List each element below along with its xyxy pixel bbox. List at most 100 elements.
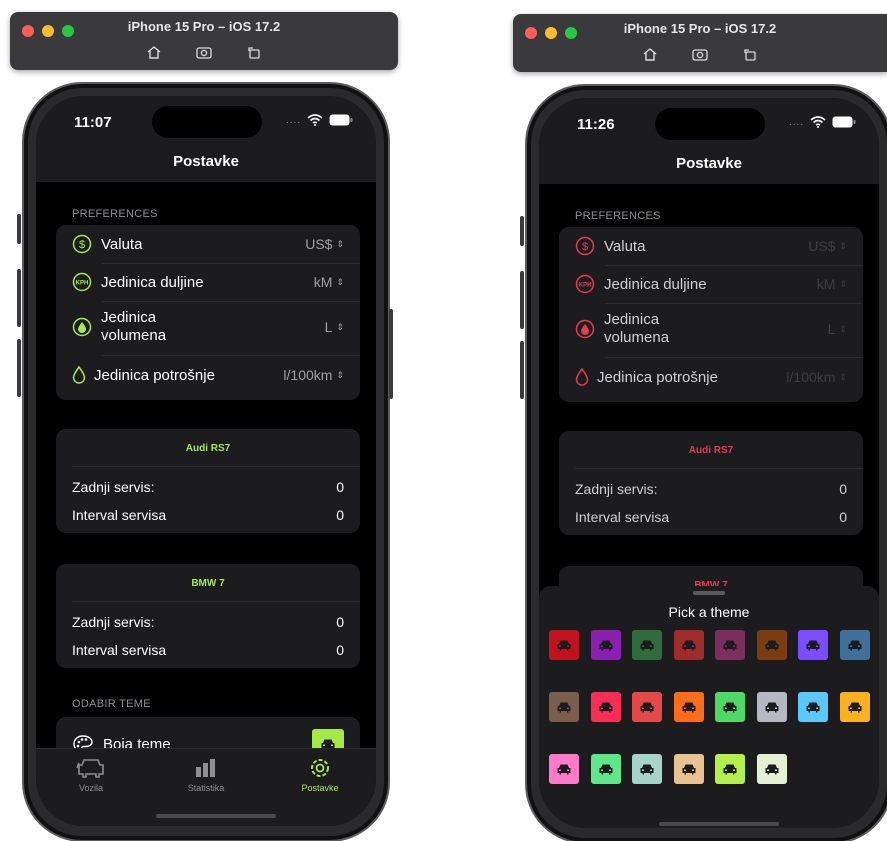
car-icon — [765, 702, 778, 713]
volume-unit-picker[interactable]: L ⇕ — [325, 319, 344, 335]
length-unit-picker[interactable]: kM ⇕ — [314, 274, 344, 290]
app-screen-right: 11:26 .... Postavke PREFERENCES $ Valuta… — [539, 98, 879, 828]
theme-swatch[interactable] — [715, 692, 745, 722]
sheet-title: Pick a theme — [668, 604, 750, 620]
car-icon — [557, 702, 571, 713]
theme-swatch[interactable] — [590, 692, 621, 722]
theme-picker-sheet: Pick a theme — [539, 586, 879, 828]
simulator-window-bar-left: iPhone 15 Pro – iOS 17.2 — [10, 12, 398, 70]
status-time: 11:26 — [577, 116, 615, 133]
theme-swatch[interactable] — [673, 630, 704, 660]
tab-postavke[interactable]: Postavke — [280, 757, 360, 793]
drop-icon — [72, 317, 92, 337]
tab-vozila[interactable]: Vozila — [51, 757, 131, 793]
theme-swatch[interactable] — [549, 754, 579, 784]
consumption-unit-row[interactable]: Jedinica potrošnje l/100km ⇕ — [72, 365, 344, 385]
simulator-stage: iPhone 15 Pro – iOS 17.2 11:07 .... Post… — [0, 0, 887, 841]
theme-swatch[interactable] — [590, 754, 621, 784]
length-unit-row[interactable]: KPH Jedinica duljine kM ⇕ — [72, 272, 344, 292]
page-title: Postavke — [676, 155, 742, 172]
svg-text:KPH: KPH — [76, 281, 89, 287]
drop-icon — [575, 319, 595, 339]
last-service-row: Zadnji servis: 0 — [72, 614, 344, 630]
currency-row[interactable]: $ Valuta US$ ⇕ — [575, 236, 847, 256]
theme-swatch[interactable] — [756, 754, 787, 784]
volume-unit-row[interactable]: Jedinica volumena L ⇕ — [575, 309, 847, 349]
car-card-bmw: BMW 7 Zadnji servis: 0 Interval servisa 0 — [56, 564, 360, 668]
consumption-unit-label: Jedinica potrošnje — [597, 368, 718, 386]
theme-swatch[interactable] — [798, 630, 828, 660]
dollar-icon: $ — [575, 236, 595, 256]
theme-swatch[interactable] — [590, 630, 621, 660]
rotate-icon[interactable] — [740, 45, 760, 63]
home-indicator — [659, 822, 779, 826]
consumption-unit-row[interactable]: Jedinica potrošnje l/100km ⇕ — [575, 367, 847, 387]
drop-outline-icon — [575, 367, 589, 387]
preferences-header: PREFERENCES — [72, 208, 158, 220]
car-icon — [723, 702, 737, 713]
volume-unit-row[interactable]: Jedinica volumena L ⇕ — [72, 307, 344, 347]
theme-swatch[interactable] — [549, 630, 579, 660]
theme-section-header: ODABIR TEME — [72, 698, 151, 710]
theme-swatch[interactable] — [715, 630, 745, 660]
length-unit-label: Jedinica duljine — [101, 273, 204, 291]
consumption-unit-picker[interactable]: l/100km ⇕ — [786, 369, 847, 385]
theme-swatch[interactable] — [673, 754, 704, 784]
window-title: iPhone 15 Pro – iOS 17.2 — [623, 21, 777, 36]
car-icon — [640, 764, 654, 775]
theme-swatch[interactable] — [549, 692, 579, 722]
car-name: BMW 7 — [191, 578, 225, 589]
sheet-grabber[interactable] — [693, 591, 725, 595]
dynamic-island — [655, 108, 765, 140]
screenshot-icon[interactable] — [194, 43, 214, 61]
theme-swatch[interactable] — [839, 692, 870, 722]
consumption-unit-picker[interactable]: l/100km ⇕ — [283, 367, 344, 383]
signal-dots-icon: .... — [789, 116, 805, 128]
screenshot-icon[interactable] — [690, 45, 710, 63]
currency-picker[interactable]: US$ ⇕ — [808, 238, 847, 254]
window-title: iPhone 15 Pro – iOS 17.2 — [127, 19, 281, 34]
currency-label: Valuta — [604, 237, 646, 255]
kph-icon: KPH — [575, 274, 595, 294]
car-icon — [765, 640, 778, 651]
rotate-icon[interactable] — [244, 43, 264, 61]
car-icon — [640, 702, 654, 713]
home-icon[interactable] — [640, 45, 660, 63]
iphone-device-left: 11:07 .... Postavke PREFERENCES $ Valuta… — [17, 82, 393, 841]
length-unit-picker[interactable]: kM ⇕ — [817, 276, 847, 292]
theme-swatch[interactable] — [798, 692, 828, 722]
theme-swatch[interactable] — [756, 692, 787, 722]
volume-unit-label: Jedinica volumena — [604, 311, 670, 346]
theme-swatch[interactable] — [756, 630, 787, 660]
currency-row[interactable]: $ Valuta US$ ⇕ — [72, 234, 344, 254]
length-unit-row[interactable]: KPH Jedinica duljine kM ⇕ — [575, 274, 847, 294]
tab-statistika[interactable]: Statistika — [166, 757, 246, 793]
theme-swatch[interactable] — [673, 692, 704, 722]
theme-swatch[interactable] — [632, 754, 662, 784]
home-indicator — [156, 814, 276, 818]
navigation-bar: 11:07 .... Postavke — [36, 96, 376, 182]
chevron-up-down-icon: ⇕ — [336, 238, 344, 249]
chevron-up-down-icon: ⇕ — [336, 321, 344, 332]
theme-swatch[interactable] — [839, 630, 870, 660]
theme-swatch[interactable] — [632, 630, 662, 660]
cars-icon — [76, 759, 104, 778]
car-icon — [848, 702, 861, 713]
tab-label: Postavke — [301, 783, 339, 793]
car-icon — [765, 764, 778, 775]
length-unit-label: Jedinica duljine — [604, 275, 707, 293]
theme-swatch[interactable] — [715, 754, 745, 784]
chevron-up-down-icon: ⇕ — [839, 240, 847, 251]
navigation-bar: 11:26 .... Postavke — [539, 98, 879, 184]
volume-unit-picker[interactable]: L ⇕ — [828, 321, 847, 337]
car-icon — [848, 640, 861, 651]
currency-picker[interactable]: US$ ⇕ — [305, 236, 344, 252]
drop-outline-icon — [72, 365, 86, 385]
car-icon — [640, 640, 654, 651]
page-title: Postavke — [173, 153, 239, 170]
theme-swatch[interactable] — [632, 692, 662, 722]
signal-dots-icon: .... — [286, 114, 302, 126]
home-icon[interactable] — [144, 43, 164, 61]
car-icon — [557, 640, 571, 651]
car-icon — [682, 702, 695, 713]
